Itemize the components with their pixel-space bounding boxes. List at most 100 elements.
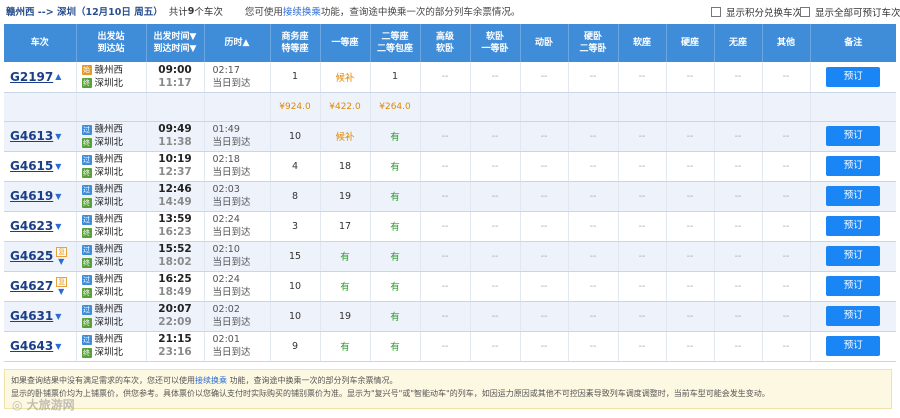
chevron-up-icon[interactable]: ▲ [55,72,61,81]
seat-business-cell[interactable]: 10 [270,121,321,152]
seat-first-cell[interactable]: 有 [320,331,371,362]
from-station-name[interactable]: 赣州西 [95,183,124,196]
seat-business-cell[interactable]: 15 [270,241,321,272]
seat-unavailable: -- [491,220,499,232]
book-button[interactable]: 预订 [826,186,881,206]
notice-transfer-link[interactable]: 接续换乘 [195,376,227,385]
book-button[interactable]: 预订 [826,336,881,356]
train-number-link[interactable]: G4627 [10,279,53,293]
chevron-down-icon[interactable]: ▼ [55,162,61,171]
table-row: G4643 ▼ 过赣州西终深圳北 21:15 23:16 02:01 当日到达 9 有有 -- --… [4,331,896,362]
seat-second-cell[interactable]: 有 [370,241,421,272]
seat-first-cell[interactable]: 18 [320,151,371,182]
seat-second-cell[interactable]: 1 [370,62,421,93]
to-station-name[interactable]: 深圳北 [95,77,124,90]
seat-unavailable: -- [589,250,597,262]
seat-unavailable: -- [686,71,694,83]
from-station-name[interactable]: 赣州西 [95,153,124,166]
from-station-name[interactable]: 赣州西 [95,333,124,346]
chevron-down-icon[interactable]: ▼ [58,257,64,266]
seat-business-cell[interactable]: 10 [270,271,321,302]
book-button[interactable]: 预订 [826,276,881,296]
seat-first-cell[interactable]: 候补 [320,62,371,93]
duration-cell: 02:03 当日到达 [204,181,271,212]
seat-unavailable: -- [734,160,742,172]
seat-business-cell[interactable]: 8 [270,181,321,212]
book-button[interactable]: 预订 [826,246,881,266]
points-trains-checkbox[interactable]: 显示积分兑换车次 [711,5,802,19]
seat-business-cell[interactable]: 4 [270,151,321,182]
to-station-name[interactable]: 深圳北 [95,166,124,179]
seat-availability: 3 [291,220,299,232]
chevron-down-icon[interactable]: ▼ [55,192,61,201]
seat-second-cell[interactable]: 有 [370,331,421,362]
seat-unavailable: -- [734,71,742,83]
train-number-link[interactable]: G2197 [10,70,53,84]
header-col-times[interactable]: 出发时间▼ 到达时间▼ [146,24,205,62]
seat-second-cell[interactable]: 有 [370,301,421,332]
train-number-link[interactable]: G4613 [10,129,53,143]
seat-second-cell[interactable]: 有 [370,211,421,242]
seat-first-cell[interactable]: 有 [320,241,371,272]
checkbox-icon[interactable] [800,7,810,17]
stations-cell: 过赣州西终深圳北 [76,271,147,302]
from-station-name[interactable]: 赣州西 [95,273,124,286]
price-empty-cell [204,92,271,122]
train-number-link[interactable]: G4619 [10,189,53,203]
seat-availability: 10 [288,280,302,292]
seat-unavailable: -- [734,130,742,142]
seat-business-cell[interactable]: 1 [270,62,321,93]
seat-second-cell[interactable]: 有 [370,271,421,302]
seat-first-cell[interactable]: 17 [320,211,371,242]
seat-second-cell[interactable]: 有 [370,181,421,212]
duration-cell: 02:10 当日到达 [204,241,271,272]
arrival-day: 当日到达 [212,347,251,358]
chevron-down-icon[interactable]: ▼ [55,222,61,231]
chevron-down-icon[interactable]: ▼ [55,132,61,141]
header-col-duration[interactable]: 历时▲ [204,24,271,62]
book-button[interactable]: 预订 [826,216,881,236]
to-station-name[interactable]: 深圳北 [95,226,124,239]
seat-empty-cell: -- [568,62,619,93]
from-station-name[interactable]: 赣州西 [95,243,124,256]
seat-business-cell[interactable]: 10 [270,301,321,332]
book-button[interactable]: 预订 [826,306,881,326]
from-station-name[interactable]: 赣州西 [95,303,124,316]
seat-unavailable: -- [638,250,646,262]
chevron-down-icon[interactable]: ▼ [58,287,64,296]
to-station-name[interactable]: 深圳北 [95,316,124,329]
seat-second-cell[interactable]: 有 [370,121,421,152]
price-business-cell: ¥924.0 [270,92,321,122]
to-station-name[interactable]: 深圳北 [95,136,124,149]
to-station-name[interactable]: 深圳北 [95,256,124,269]
seat-second-cell[interactable]: 有 [370,151,421,182]
from-station-name[interactable]: 赣州西 [95,213,124,226]
checkbox-icon[interactable] [711,7,721,17]
train-number-link[interactable]: G4625 [10,249,53,263]
seat-availability: 10 [288,310,302,322]
train-number-link[interactable]: G4615 [10,159,53,173]
book-button[interactable]: 预订 [826,66,881,87]
train-number-link[interactable]: G4623 [10,219,53,233]
from-station-name[interactable]: 赣州西 [95,123,124,136]
from-station-name[interactable]: 赣州西 [95,64,124,77]
train-number-link[interactable]: G4631 [10,309,53,323]
book-button[interactable]: 预订 [826,156,881,176]
seat-first-cell[interactable]: 有 [320,271,371,302]
seat-first-cell[interactable]: 19 [320,181,371,212]
transfer-link[interactable]: 接续换乘 [283,7,321,18]
seat-business-cell[interactable]: 9 [270,331,321,362]
chevron-down-icon[interactable]: ▼ [55,342,61,351]
train-number-link[interactable]: G4643 [10,339,53,353]
chevron-down-icon[interactable]: ▼ [55,312,61,321]
book-button[interactable]: 预订 [826,126,881,146]
duration-cell: 02:24 当日到达 [204,211,271,242]
seat-business-cell[interactable]: 3 [270,211,321,242]
all-bookable-checkbox[interactable]: 显示全部可预订车次 [800,5,900,19]
seat-first-cell[interactable]: 候补 [320,121,371,152]
to-station-name[interactable]: 深圳北 [95,286,124,299]
terminal-station-icon: 终 [81,317,92,328]
to-station-name[interactable]: 深圳北 [95,196,124,209]
to-station-name[interactable]: 深圳北 [95,346,124,359]
seat-first-cell[interactable]: 19 [320,301,371,332]
